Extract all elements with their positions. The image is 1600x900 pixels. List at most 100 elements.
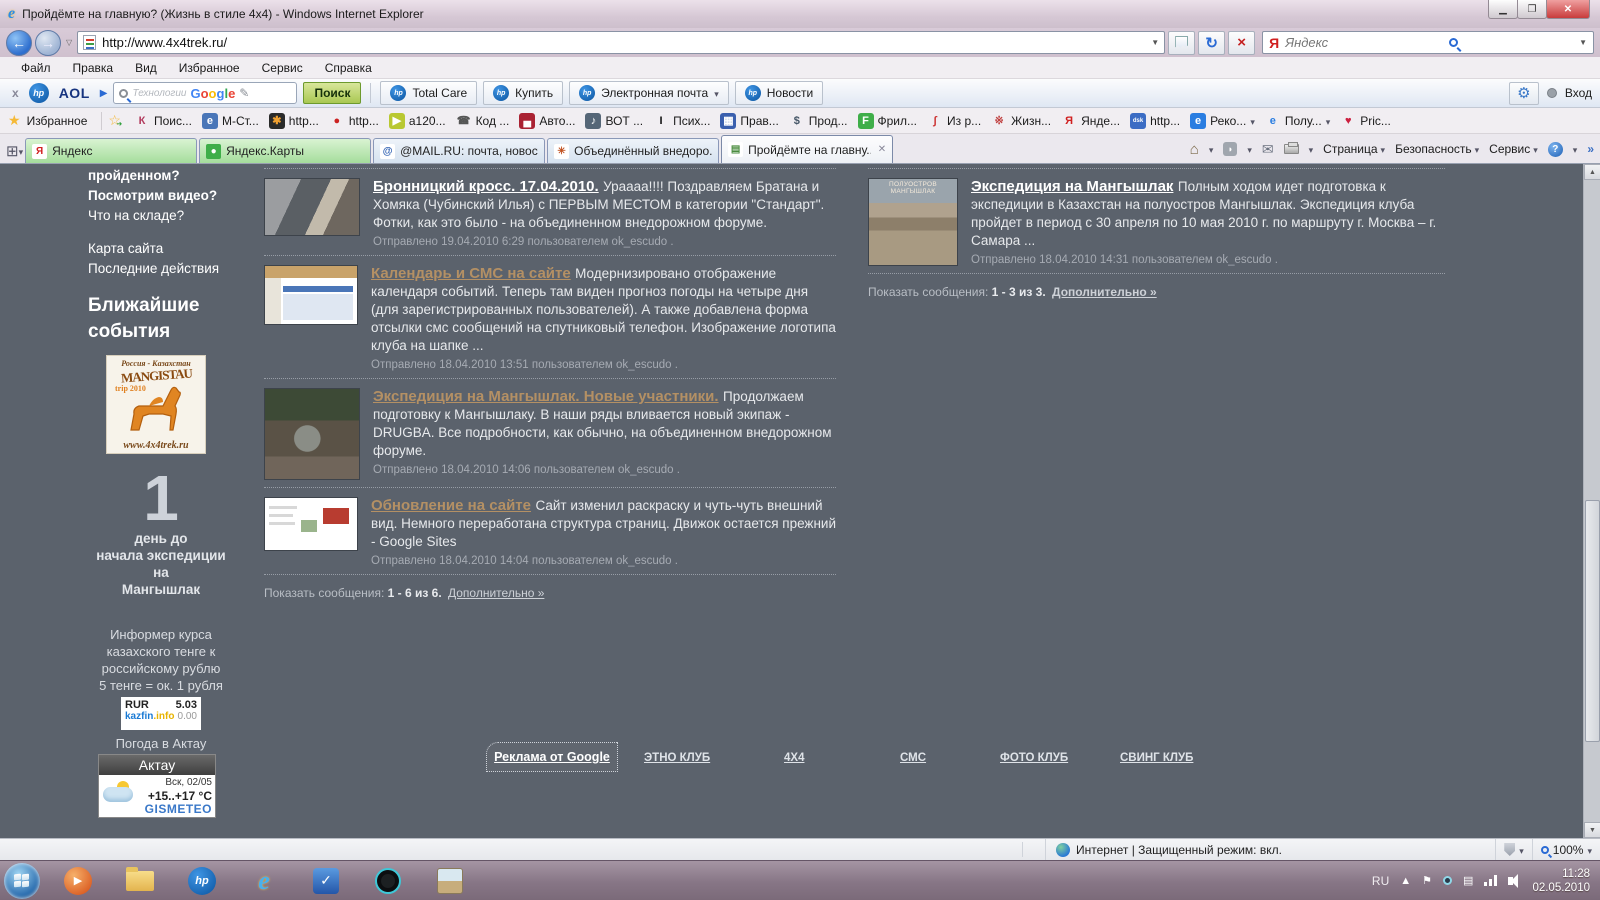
tab-close-icon[interactable]: ✕: [876, 144, 886, 155]
toolbar-button[interactable]: hp Total Care: [380, 81, 477, 105]
hp-logo-icon[interactable]: hp: [29, 83, 49, 103]
app-tray-icon[interactable]: [1443, 876, 1452, 885]
login-link[interactable]: Вход: [1565, 86, 1592, 100]
compatibility-view-button[interactable]: [1168, 31, 1195, 55]
footer-link[interactable]: ЭТНО КЛУБ: [644, 752, 710, 764]
action-center-flag-icon[interactable]: ⚑: [1422, 874, 1432, 887]
browser-tab[interactable]: ✳ Объединённый внедоро...: [547, 138, 719, 163]
footer-link[interactable]: ФОТО КЛУБ: [1000, 752, 1068, 764]
menu-item[interactable]: Сервис: [251, 58, 314, 78]
search-dropdown-icon[interactable]: ▼: [1579, 38, 1587, 47]
footer-link[interactable]: СВИНГ КЛУБ: [1120, 752, 1193, 764]
sidebar-link[interactable]: Посмотрим видео?: [88, 186, 234, 206]
vertical-scrollbar[interactable]: ▲ ▼: [1583, 164, 1600, 838]
favorite-item[interactable]: ▄ Авто...: [514, 111, 580, 131]
taskbar-clock[interactable]: 11:28 02.05.2010: [1532, 867, 1590, 895]
post-thumbnail[interactable]: [264, 178, 360, 236]
taskbar-app-icon[interactable]: ✓: [310, 865, 342, 897]
taskbar-map-app-icon[interactable]: [434, 865, 466, 897]
favorites-star-icon[interactable]: ★: [8, 112, 21, 129]
post-title-link[interactable]: Экспедиция на Мангышлак. Новые участники…: [373, 388, 719, 405]
favorite-item[interactable]: ♪ ВОТ ...: [580, 111, 648, 131]
aol-logo[interactable]: AOL: [59, 85, 90, 101]
toolbar-button[interactable]: hp Новости: [735, 81, 823, 105]
close-button[interactable]: ✕: [1546, 0, 1590, 19]
sidebar-link[interactable]: пройденном?: [88, 166, 234, 186]
footer-link[interactable]: 4X4: [784, 752, 804, 764]
safety-menu-button[interactable]: Безопасность: [1395, 142, 1479, 156]
post-thumbnail[interactable]: [264, 388, 360, 480]
maximize-button[interactable]: ❐: [1517, 0, 1547, 19]
scroll-down-icon[interactable]: ▼: [1584, 822, 1600, 838]
scrollbar-thumb[interactable]: [1585, 500, 1600, 742]
stop-button[interactable]: ×: [1228, 31, 1255, 55]
minimize-button[interactable]: ▁: [1488, 0, 1518, 19]
show-more-link[interactable]: Дополнительно »: [448, 586, 544, 600]
google-ads-link[interactable]: Реклама от Google: [494, 750, 610, 764]
forward-button[interactable]: →: [35, 30, 61, 56]
toolbar-overflow-icon[interactable]: »: [1587, 142, 1594, 156]
menu-item[interactable]: Файл: [10, 58, 62, 78]
browser-tab[interactable]: Я Яндекс: [25, 138, 197, 163]
url-field[interactable]: http://www.4x4trek.ru/ ▼: [77, 31, 1165, 54]
title-bar[interactable]: e Пройдёмте на главную? (Жизнь в стиле 4…: [0, 0, 1600, 28]
favorite-item[interactable]: ▦ Прав...: [715, 111, 783, 131]
favorite-item[interactable]: К Поис...: [129, 111, 197, 131]
help-icon[interactable]: ?: [1548, 142, 1563, 157]
favorite-item[interactable]: ※ Жизн...: [986, 111, 1056, 131]
currency-widget[interactable]: RUR 5.03 kazfin.info 0.00: [121, 697, 201, 730]
favorite-item[interactable]: ▶ a120...: [384, 111, 451, 131]
print-icon[interactable]: [1284, 144, 1299, 154]
tools-menu-button[interactable]: Сервис: [1489, 142, 1538, 156]
toolbar-search-button[interactable]: Поиск: [303, 82, 361, 104]
post-thumbnail[interactable]: [264, 497, 358, 551]
footer-link[interactable]: СМС: [900, 752, 926, 764]
rss-dropdown-icon[interactable]: [1247, 140, 1252, 158]
print-dropdown-icon[interactable]: [1309, 140, 1314, 158]
home-icon[interactable]: ⌂: [1190, 141, 1199, 158]
toolbar-button[interactable]: hp Электронная почта: [569, 81, 729, 105]
rss-icon[interactable]: ◗: [1223, 142, 1237, 156]
quick-tabs-button[interactable]: ⊞: [6, 142, 23, 160]
back-button[interactable]: ←: [6, 30, 32, 56]
post-title-link[interactable]: Бронницкий кросс. 17.04.2010.: [373, 178, 599, 195]
favorite-item[interactable]: ● http...: [324, 111, 384, 131]
post-title-link[interactable]: Экспедиция на Мангышлак: [971, 178, 1173, 195]
favorite-item[interactable]: $ Прод...: [784, 111, 853, 131]
favorite-item[interactable]: dsk http...: [1125, 111, 1185, 131]
favorites-label[interactable]: Избранное: [27, 114, 88, 128]
favorite-item[interactable]: ♥ Pric...: [1335, 111, 1396, 131]
post-title-link[interactable]: Календарь и СМС на сайте: [371, 265, 571, 282]
home-dropdown-icon[interactable]: [1209, 140, 1214, 158]
taskbar-explorer-icon[interactable]: [124, 865, 156, 897]
favorite-item[interactable]: e Реко...: [1185, 110, 1260, 132]
language-indicator[interactable]: RU: [1372, 874, 1389, 888]
taskbar-ie-icon[interactable]: e: [248, 865, 280, 897]
toolbar-button[interactable]: hp Купить: [483, 81, 563, 105]
favorite-item[interactable]: e Полу...: [1260, 110, 1335, 132]
highlighter-icon[interactable]: ✎: [239, 86, 249, 100]
sidebar-link[interactable]: Что на складе?: [88, 206, 234, 226]
add-favorite-icon[interactable]: ☆: [108, 112, 121, 129]
post-title-link[interactable]: Обновление на сайте: [371, 497, 531, 514]
menu-item[interactable]: Справка: [314, 58, 383, 78]
browser-tab[interactable]: ▤ Пройдёмте на главну... ✕: [721, 135, 893, 163]
post-thumbnail[interactable]: ПОЛУОСТРОВ МАНГЫШЛАК: [868, 178, 958, 266]
sidebar-link[interactable]: Последние действия: [88, 259, 234, 279]
search-icon[interactable]: [1449, 38, 1458, 47]
menu-item[interactable]: Вид: [124, 58, 168, 78]
page-menu-button[interactable]: Страница: [1323, 142, 1385, 156]
network-signal-icon[interactable]: [1484, 875, 1497, 886]
taskbar-hp-icon[interactable]: hp: [186, 865, 218, 897]
favorite-item[interactable]: F Фрил...: [853, 111, 923, 131]
browser-tab[interactable]: ● Яндекс.Карты: [199, 138, 371, 163]
start-button[interactable]: [4, 863, 40, 899]
expedition-logo[interactable]: Россия - Казахстан MANGISTAU trip 2010 w…: [106, 355, 206, 454]
favorite-item[interactable]: ✱ http...: [264, 111, 324, 131]
tab-list-dropdown-icon[interactable]: [19, 142, 24, 160]
zoom-control[interactable]: 100%: [1532, 839, 1600, 860]
compatibility-shield-cell[interactable]: [1495, 839, 1532, 860]
taskbar-media-player-icon[interactable]: ▶: [62, 865, 94, 897]
taskbar-messenger-icon[interactable]: [372, 865, 404, 897]
favorite-item[interactable]: ☎ Код ...: [451, 111, 515, 131]
